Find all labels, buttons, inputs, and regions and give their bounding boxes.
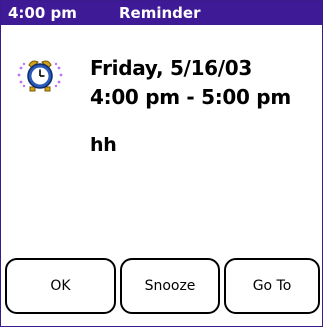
title-bar: 4:00 pm Reminder: [1, 1, 322, 25]
ok-button[interactable]: OK: [5, 258, 116, 314]
event-date: Friday, 5/16/03: [90, 56, 253, 80]
snooze-button[interactable]: Snooze: [120, 258, 220, 314]
go-to-button[interactable]: Go To: [224, 258, 320, 314]
event-note: hh: [90, 134, 117, 156]
title-time: 4:00 pm: [8, 4, 77, 22]
reminder-dialog: 4:00 pm Reminder Friday, 5/16/03 4:00 pm…: [0, 0, 323, 327]
event-time-range: 4:00 pm - 5:00 pm: [90, 85, 291, 109]
dialog-title: Reminder: [119, 4, 201, 22]
alarm-clock-icon: [16, 56, 64, 94]
